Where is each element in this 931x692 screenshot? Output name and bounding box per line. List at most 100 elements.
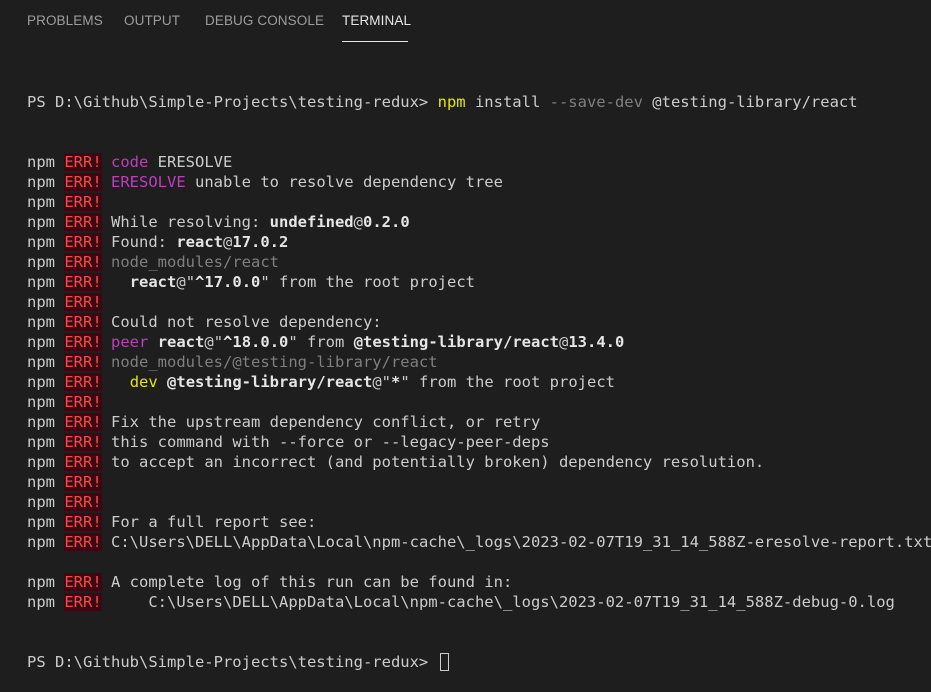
log-lines: npm ERR! code ERESOLVE npm ERR! ERESOLVE … xyxy=(27,152,931,612)
npm-prefix: npm xyxy=(27,473,55,491)
final-prompt-line[interactable]: PS D:\Github\Simple-Projects\testing-red… xyxy=(27,652,931,672)
log-line: npm ERR! C:\Users\DELL\AppData\Local\npm… xyxy=(27,532,931,552)
log-segment: @ xyxy=(559,333,569,351)
command-line: PS D:\Github\Simple-Projects\testing-red… xyxy=(27,92,931,112)
log-line: npm ERR! While resolving: undefined@0.2.… xyxy=(27,212,931,232)
log-line: npm ERR! Found: react@17.0.2 xyxy=(27,232,931,252)
log-line: npm ERR! ERESOLVE unable to resolve depe… xyxy=(27,172,931,192)
log-segment: react xyxy=(176,233,224,251)
log-line: npm ERR! node_modules/@testing-library/r… xyxy=(27,352,931,372)
err-tag: ERR! xyxy=(64,193,102,211)
log-segment: @" xyxy=(372,373,392,391)
log-segment: Fix the upstream dependency conflict, or… xyxy=(111,413,541,431)
log-line: npm ERR! Could not resolve dependency: xyxy=(27,312,931,332)
npm-prefix: npm xyxy=(27,353,55,371)
log-line: npm ERR! to accept an incorrect (and pot… xyxy=(27,452,931,472)
log-line: npm ERR! For a full report see: xyxy=(27,512,931,532)
err-tag: ERR! xyxy=(64,413,102,431)
log-segment: undefined xyxy=(269,213,354,231)
log-segment: * xyxy=(391,373,401,391)
log-segment: For a full report see: xyxy=(111,513,317,531)
npm-prefix: npm xyxy=(27,273,55,291)
npm-prefix: npm xyxy=(27,413,55,431)
log-segment xyxy=(158,373,167,391)
err-tag: ERR! xyxy=(64,433,102,451)
log-line: npm ERR! xyxy=(27,472,931,492)
npm-prefix: npm xyxy=(27,513,55,531)
err-tag: ERR! xyxy=(64,253,102,271)
err-tag: ERR! xyxy=(64,333,102,351)
log-segment: @" xyxy=(204,333,224,351)
log-segment xyxy=(111,273,130,291)
log-segment: dev xyxy=(129,373,158,391)
command-flag: --save-dev xyxy=(549,93,643,111)
log-line: npm ERR! code ERESOLVE xyxy=(27,152,931,172)
log-segment: Found: xyxy=(111,233,177,251)
log-line: npm ERR! xyxy=(27,492,931,512)
log-segment xyxy=(148,333,157,351)
log-segment: react xyxy=(157,333,205,351)
npm-prefix: npm xyxy=(27,153,55,171)
log-segment: @testing-library/react xyxy=(353,333,559,351)
log-segment: to accept an incorrect (and potentially … xyxy=(111,453,765,471)
npm-prefix: npm xyxy=(27,173,55,191)
npm-prefix: npm xyxy=(27,293,55,311)
terminal-output[interactable]: PS D:\Github\Simple-Projects\testing-red… xyxy=(27,52,931,692)
command-name: npm xyxy=(437,93,466,111)
panel-tab-bar: PROBLEMS OUTPUT DEBUG CONSOLE TERMINAL xyxy=(0,0,931,44)
log-segment: this command with --force or --legacy-pe… xyxy=(111,433,550,451)
log-line: npm ERR! node_modules/react xyxy=(27,252,931,272)
log-segment: Could not resolve dependency: xyxy=(111,313,382,331)
err-tag: ERR! xyxy=(64,373,102,391)
npm-prefix: npm xyxy=(27,333,55,351)
err-tag: ERR! xyxy=(64,353,102,371)
npm-prefix: npm xyxy=(27,433,55,451)
err-tag: ERR! xyxy=(64,533,102,551)
log-segment: @" xyxy=(176,273,196,291)
log-segment xyxy=(111,373,130,391)
log-segment: @testing-library/react xyxy=(167,373,373,391)
tab-debug-console[interactable]: DEBUG CONSOLE xyxy=(205,13,324,28)
active-tab-indicator xyxy=(342,41,408,42)
log-segment: While resolving: xyxy=(111,213,270,231)
npm-prefix: npm xyxy=(27,193,55,211)
err-tag: ERR! xyxy=(64,453,102,471)
log-line: npm ERR! Fix the upstream dependency con… xyxy=(27,412,931,432)
err-tag: ERR! xyxy=(64,573,102,591)
tab-output[interactable]: OUTPUT xyxy=(124,13,180,28)
log-line: npm ERR! A complete log of this run can … xyxy=(27,572,931,592)
npm-prefix: npm xyxy=(27,493,55,511)
log-segment: 17.0.2 xyxy=(232,233,289,251)
log-line: npm ERR! xyxy=(27,192,931,212)
log-segment: C:\Users\DELL\AppData\Local\npm-cache\_l… xyxy=(111,593,895,611)
log-segment: " from xyxy=(288,333,354,351)
npm-prefix: npm xyxy=(27,533,55,551)
command-package: @testing-library/react xyxy=(642,93,858,111)
log-segment: " from the root project xyxy=(400,373,615,391)
err-tag: ERR! xyxy=(64,213,102,231)
log-segment: node_modules/react xyxy=(111,253,279,271)
prompt: PS D:\Github\Simple-Projects\testing-red… xyxy=(27,653,429,671)
log-line: npm ERR! dev @testing-library/react@"*" … xyxy=(27,372,931,392)
err-tag: ERR! xyxy=(64,493,102,511)
log-line: npm ERR! xyxy=(27,392,931,412)
log-line: npm ERR! C:\Users\DELL\AppData\Local\npm… xyxy=(27,592,931,612)
err-tag: ERR! xyxy=(64,393,102,411)
npm-prefix: npm xyxy=(27,233,55,251)
npm-prefix: npm xyxy=(27,593,55,611)
tab-problems[interactable]: PROBLEMS xyxy=(27,13,103,28)
log-segment: @ xyxy=(353,213,363,231)
log-line: npm ERR! xyxy=(27,292,931,312)
log-segment: node_modules/@testing-library/react xyxy=(111,353,438,371)
err-tag: ERR! xyxy=(64,593,102,611)
log-segment: ERESOLVE xyxy=(111,173,186,191)
err-tag: ERR! xyxy=(64,273,102,291)
npm-prefix: npm xyxy=(27,453,55,471)
log-segment: ERESOLVE xyxy=(148,153,233,171)
err-tag: ERR! xyxy=(64,173,102,191)
tab-terminal[interactable]: TERMINAL xyxy=(342,13,411,28)
npm-prefix: npm xyxy=(27,253,55,271)
log-line: npm ERR! react@"^17.0.0" from the root p… xyxy=(27,272,931,292)
log-segment: ^17.0.0 xyxy=(195,273,261,291)
